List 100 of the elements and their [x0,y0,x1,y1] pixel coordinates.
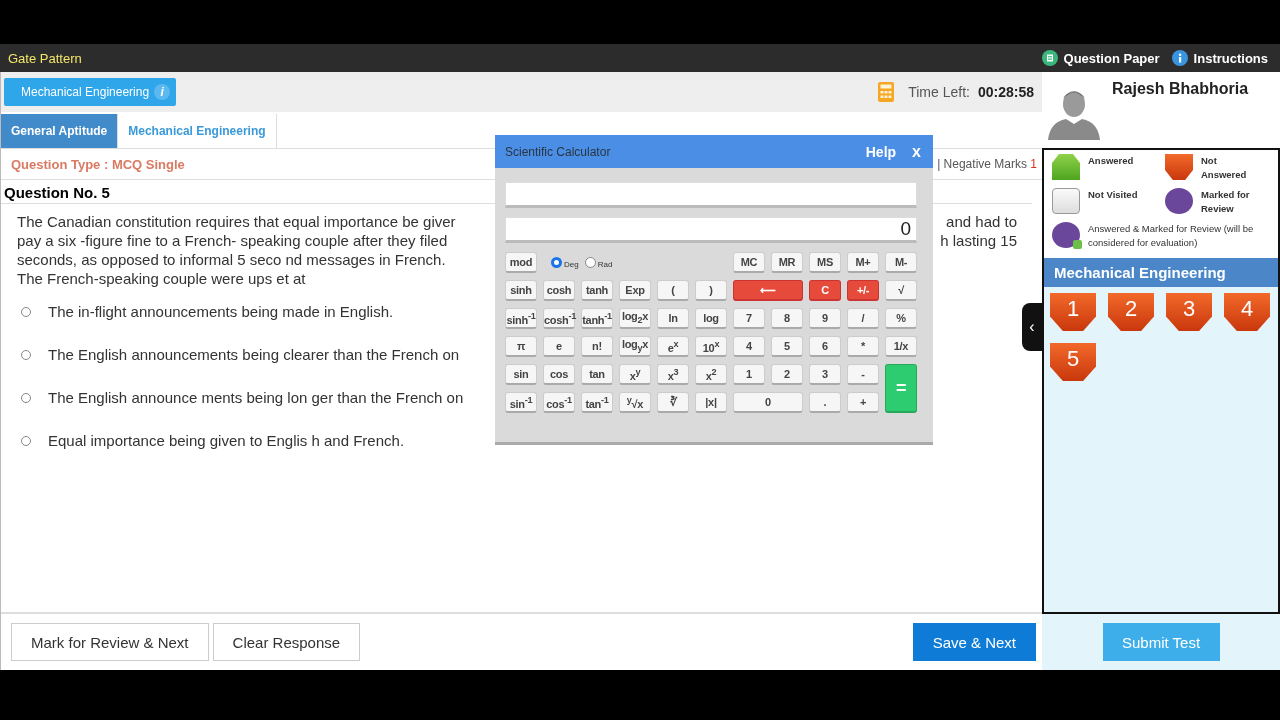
option-radio[interactable] [21,392,31,403]
calculator-key[interactable]: 1 [733,364,765,385]
calculator-key[interactable]: 1/x [885,336,917,357]
option-text: The English announcements being clearer than the French on [48,346,460,363]
calculator-key[interactable]: 8 [771,308,803,329]
calculator-key[interactable]: tan$^{-1}$ [581,392,613,413]
calculator-key[interactable]: * [847,336,879,357]
angle-radio[interactable] [551,257,562,268]
status-icon [1165,188,1193,214]
memory-key[interactable]: MS [809,252,841,273]
calculator-key[interactable]: C [809,280,841,301]
calculator-key[interactable]: sinh$^{-1}$ [505,308,537,329]
calculator-key[interactable]: 7 [733,308,765,329]
question-text: The Canadian constitution requires that equal importance be giver [17,212,456,231]
calculator-key[interactable]: tanh$^{-1}$ [581,308,613,329]
negative-marks-value: 1 [1030,157,1037,171]
question-text: h lasting 15 [940,231,1017,250]
status-icon [1165,154,1193,180]
calculator-key[interactable]: + [847,392,879,413]
calculator-key[interactable]: cosh$^{-1}$ [543,308,575,329]
calculator-key[interactable]: 9 [809,308,841,329]
calculator-key[interactable]: 2 [771,364,803,385]
calculator-key[interactable]: cosh [543,280,575,301]
calculator-key[interactable]: sin$^{-1}$ [505,392,537,413]
timer-label: Time Left: [908,84,970,100]
collapse-handle[interactable]: ‹ [1022,303,1042,351]
calculator-key[interactable]: e [543,336,575,357]
calculator-key[interactable]: - [847,364,879,385]
question-palette-button[interactable]: 3 [1166,293,1212,331]
calculator-key[interactable]: cos [543,364,575,385]
legend-label: Answered & Marked for Review (will be considered for evaluation) [1088,222,1255,250]
question-palette-button[interactable]: 5 [1050,343,1096,381]
calculator-key[interactable]: ln [657,308,689,329]
document-icon [1041,50,1058,66]
memory-key[interactable]: M- [885,252,917,273]
calculator-key[interactable]: % [885,308,917,329]
action-button[interactable]: Clear Response [212,623,361,661]
calculator-key[interactable]: Exp [619,280,651,301]
calculator-icon[interactable] [878,82,895,102]
option-text: The English announce ments being lon ger than the French on [48,389,464,406]
question-palette-button[interactable]: 2 [1108,293,1154,331]
calculator-key[interactable]: log [695,308,727,329]
calculator-key[interactable]: 6 [809,336,841,357]
calculator-key[interactable]: / [847,308,879,329]
calculator-key[interactable]: 5 [771,336,803,357]
calculator-key[interactable]: n! [581,336,613,357]
option-text: Equal importance being given to Englis h and French. [48,432,405,449]
app-title: Gate Pattern [8,50,82,66]
action-button[interactable]: Save & Next [912,623,1036,661]
question-text: The French-speaking couple were ups et at [17,269,306,288]
legend-label: Not Visited [1088,188,1139,202]
calculator-key[interactable]: mod [505,252,537,273]
question-palette-button[interactable]: 1 [1050,293,1096,331]
calculator-key[interactable]: +/- [847,280,879,301]
calculator-key[interactable]: . [809,392,841,413]
section-tab[interactable]: General Aptitude [1,114,119,148]
header-link[interactable]: Question Paper [1041,50,1160,66]
calculator-key[interactable]: π [505,336,537,357]
legend-label: Not Answered [1201,154,1248,182]
option-radio[interactable] [21,306,31,317]
calculator-key[interactable]: 3 [809,364,841,385]
calculator-key[interactable]: x$^{2}$ [695,364,727,385]
memory-key[interactable]: MR [771,252,803,273]
calculator-key[interactable]: ∛ [657,392,689,413]
option-radio[interactable] [21,349,31,360]
header-link[interactable]: Instructions [1171,50,1268,66]
expression-field[interactable] [505,182,917,208]
question-type: Question Type : MCQ Single [11,156,185,172]
calculator-key[interactable]: √ [885,280,917,301]
calculator-key[interactable]: ) [695,280,727,301]
calculator-key[interactable]: sin [505,364,537,385]
question-palette-button[interactable]: 4 [1224,293,1270,331]
calculator-key[interactable]: e$^{x}$ [657,336,689,357]
calculator-key[interactable]: 0 [733,392,803,413]
question-text: and had to [946,212,1017,231]
status-icon [1052,188,1080,214]
calculator-key[interactable]: cos$^{-1}$ [543,392,575,413]
calculator-key[interactable]: ⟵ [733,280,803,301]
calculator-key[interactable]: 4 [733,336,765,357]
candidate-name: Rajesh Bhabhoria [1112,80,1249,98]
calculator-key[interactable]: ( [657,280,689,301]
calculator-key[interactable]: 10$^{x}$ [695,336,727,357]
calculator-key[interactable]: tan [581,364,613,385]
memory-key[interactable]: M+ [847,252,879,273]
calculator-key[interactable]: log$_{y}$x [619,336,651,357]
calculator-key[interactable]: sinh [505,280,537,301]
action-button[interactable]: Mark for Review & Next [11,623,209,661]
memory-key[interactable]: MC [733,252,765,273]
angle-radio[interactable] [584,257,596,268]
calculator-key[interactable]: log$_{2}$x [619,308,651,329]
result-display: 0 [505,217,917,243]
calculator-key[interactable]: |x| [695,392,727,413]
calculator-key[interactable]: tanh [581,280,613,301]
calculator-key[interactable]: x$^{y}$ [619,364,651,385]
calculator-key[interactable]: $^{y}$√x [619,392,651,413]
calculator-key[interactable]: x$^{3}$ [657,364,689,385]
negative-marks-label: | Negative Marks [937,157,1027,171]
option-radio[interactable] [21,435,31,446]
legend-label: Marked for Review [1201,188,1251,216]
palette-title: Mechanical Engineering [1044,258,1278,287]
